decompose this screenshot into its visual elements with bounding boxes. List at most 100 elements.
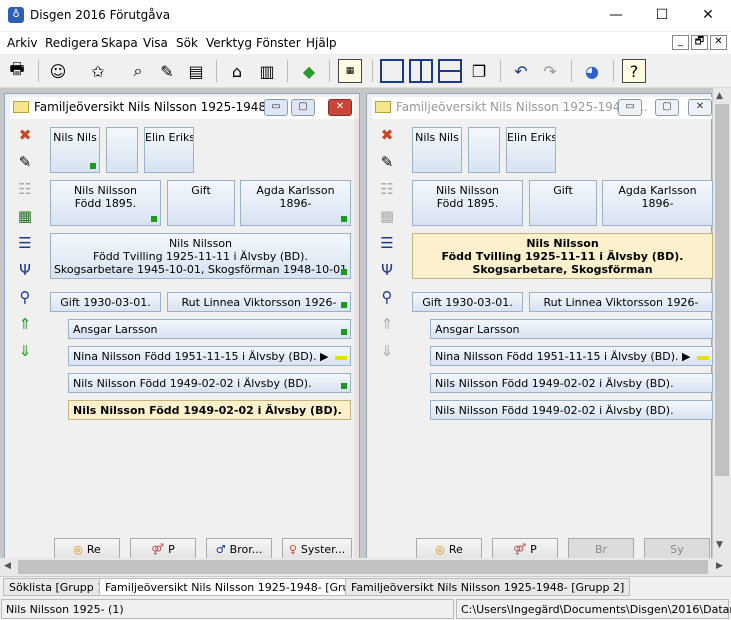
list-icon[interactable]: ☰ [14,232,36,254]
tree-gray-icon[interactable]: ☷ [376,178,398,200]
layout-vertical-icon[interactable] [409,59,433,83]
scroll-down-icon[interactable]: ▼ [716,540,723,550]
ancestors-icon[interactable]: Ψ [376,259,398,281]
maximize-button[interactable]: ☐ [639,0,685,31]
parents-relation-box[interactable]: Gift [529,180,597,226]
delete-icon[interactable]: ✖ [14,124,36,146]
relations-button[interactable]: ◎ Re [54,538,120,560]
descendants-icon[interactable]: ⚲ [376,286,398,308]
list-icon[interactable]: ☰ [376,232,398,254]
window-1-minimize[interactable]: ▭ [264,99,288,116]
child-row[interactable]: Nils Nilsson Född 1949-02-02 i Älvsby (B… [430,400,713,420]
menu-verktyg[interactable]: Verktyg [206,36,252,50]
window-2-minimize[interactable]: ▭ [618,99,642,116]
child-row[interactable]: Nils Nilsson Född 1949-02-02 i Älvsby (B… [430,373,713,393]
child-row[interactable]: Ansgar Larsson [430,319,713,339]
parents-button[interactable]: ⚤ P [130,538,196,560]
menu-hjalp[interactable]: Hjälp [306,36,337,50]
relations-button[interactable]: ◎ Re [416,538,482,560]
scroll-right-icon[interactable]: ▶ [716,561,723,571]
scroll-thumb[interactable] [18,560,708,574]
edit-note-icon[interactable]: ✎ [155,59,179,83]
vertical-scrollbar[interactable]: ▲ ▼ [713,88,731,560]
main-person-box[interactable]: Nils Nilsson Född Tvilling 1925-11-11 i Ä… [50,233,351,279]
help-icon[interactable]: ? [622,59,646,83]
father-box[interactable]: Nils Nilsson Född 1895. [412,180,523,226]
map-icon[interactable]: ◆ [297,59,321,83]
spouse-box[interactable]: Rut Linnea Viktorsson 1926- [167,292,351,312]
menu-skapa[interactable]: Skapa [101,36,138,50]
empty-person-box[interactable] [106,127,138,173]
grandfather-box[interactable]: Nils Nils [412,127,462,173]
tree-gray-icon[interactable]: ☷ [14,178,36,200]
scroll-thumb[interactable] [715,104,729,476]
parents-button[interactable]: ⚤ P [492,538,558,560]
tab-soklista[interactable]: Söklista [Grupp 1] [3,578,115,596]
add-brother-button[interactable]: Br [568,538,634,560]
star-person-icon[interactable]: ✩ [86,59,110,83]
child-row[interactable]: Ansgar Larsson [68,319,351,339]
child-row-selected[interactable]: Nils Nilsson Född 1949-02-02 i Älvsby (B… [68,400,351,420]
ancestors-icon[interactable]: Ψ [14,259,36,281]
grandmother-box[interactable]: Elin Eriks [144,127,194,173]
child-row[interactable]: Nina Nilsson Född 1951-11-15 i Älvsby (B… [430,346,713,366]
grandmother-box[interactable]: Elin Eriks [506,127,556,173]
child-row[interactable]: Nina Nilsson Född 1951-11-15 i Älvsby (B… [68,346,351,366]
descendants-icon[interactable]: ⚲ [14,286,36,308]
close-button[interactable]: ✕ [685,0,731,31]
menu-redigera[interactable]: Redigera [45,36,98,50]
cascade-icon[interactable]: ❐ [467,59,491,83]
family-chart-icon[interactable]: ▦ [14,205,36,227]
menu-arkiv[interactable]: Arkiv [7,36,38,50]
binoculars-icon[interactable]: ⌕ [126,59,150,83]
window-1-close[interactable]: ✕ [328,99,352,116]
marriage-box[interactable]: Gift 1930-03-01. [412,292,523,312]
search-up-icon[interactable]: ⇑ [14,313,36,335]
spouse-box[interactable]: Rut Linnea Viktorsson 1926- [529,292,713,312]
book-icon[interactable]: ▤ [184,59,208,83]
search-down-icon[interactable]: ⇓ [376,340,398,362]
delete-icon[interactable]: ✖ [376,124,398,146]
minimize-button[interactable]: — [593,0,639,31]
search-up-icon[interactable]: ⇑ [376,313,398,335]
scroll-up-icon[interactable]: ▲ [716,91,723,101]
window-1-maximize[interactable]: ▢ [291,99,315,116]
main-person-box[interactable]: Nils Nilsson Född Tvilling 1925-11-11 i Ä… [412,233,713,279]
family-chart-icon[interactable]: ▦ [376,205,398,227]
undo-icon[interactable]: ↶ [509,59,533,83]
add-brother-button[interactable]: ♂ Bror... [206,538,272,560]
mdi-restore-button[interactable]: 🗗 [691,35,708,50]
menu-sok[interactable]: Sök [176,36,198,50]
home-icon[interactable]: ⌂ [225,59,249,83]
add-sister-button[interactable]: Sy [644,538,710,560]
empty-person-box[interactable] [468,127,500,173]
print-icon[interactable]: 🖶 [5,59,29,83]
grandfather-box[interactable]: Nils Nils [50,127,100,173]
horizontal-scrollbar[interactable]: ◀ ▶ [0,558,731,576]
layout-single-icon[interactable] [380,59,404,83]
calendar-icon[interactable]: ▦ [338,59,362,83]
globe-icon[interactable]: ◕ [580,59,604,83]
notes-icon[interactable]: ✎ [376,151,398,173]
window-2-maximize[interactable]: ▢ [655,99,679,116]
mother-box[interactable]: Agda Karlsson 1896- [240,180,351,226]
menu-fonster[interactable]: Fönster [256,36,301,50]
person-icon[interactable]: ☺ [46,59,70,83]
redo-icon[interactable]: ↷ [538,59,562,83]
books-icon[interactable]: ▥ [255,59,279,83]
layout-horizontal-icon[interactable] [438,59,462,83]
menu-visa[interactable]: Visa [143,36,168,50]
add-sister-button[interactable]: ♀ Syster... [282,538,352,560]
marriage-box[interactable]: Gift 1930-03-01. [50,292,161,312]
mdi-minimize-button[interactable]: _ [672,35,689,50]
scroll-left-icon[interactable]: ◀ [4,561,11,571]
child-row[interactable]: Nils Nilsson Född 1949-02-02 i Älvsby (B… [68,373,351,393]
mother-box[interactable]: Agda Karlsson 1896- [602,180,713,226]
father-box[interactable]: Nils Nilsson Född 1895. [50,180,161,226]
parents-relation-box[interactable]: Gift [167,180,235,226]
tab-family-overview-2[interactable]: Familjeöversikt Nils Nilsson 1925-1948- … [345,578,631,596]
mdi-close-button[interactable]: ✕ [710,35,727,50]
tab-family-overview-1[interactable]: Familjeöversikt Nils Nilsson 1925-1948- … [99,578,385,596]
search-down-icon[interactable]: ⇓ [14,340,36,362]
window-2-close[interactable]: ✕ [688,99,712,116]
